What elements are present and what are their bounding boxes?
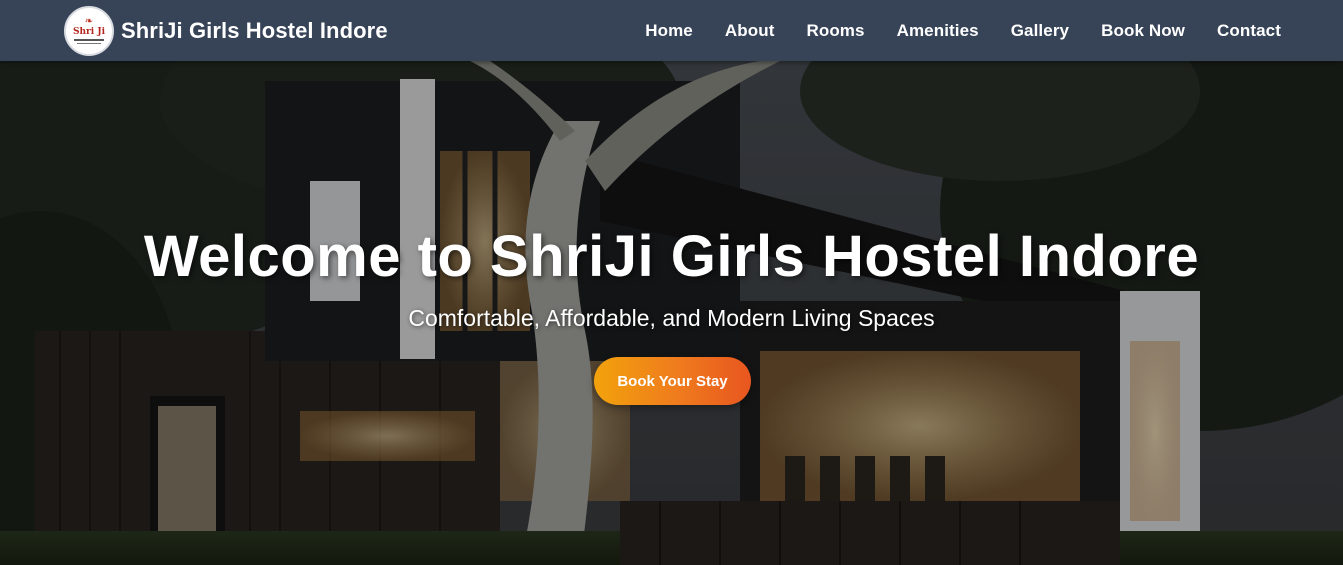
logo-line-icon	[74, 38, 104, 41]
brand-link[interactable]: ❧ Shri Ji ShriJi Girls Hostel Indore	[64, 6, 388, 56]
nav-link-rooms[interactable]: Rooms	[806, 21, 864, 41]
nav-link-book-now[interactable]: Book Now	[1101, 21, 1185, 41]
hero-title: Welcome to ShriJi Girls Hostel Indore	[143, 224, 1200, 289]
logo-line-icon	[77, 42, 101, 44]
hero-section: Welcome to ShriJi Girls Hostel Indore Co…	[0, 61, 1343, 565]
hero-content: Welcome to ShriJi Girls Hostel Indore Co…	[0, 61, 1343, 565]
brand-logo: ❧ Shri Ji	[64, 6, 114, 56]
logo-text: Shri Ji	[72, 26, 105, 37]
logo-swirl-icon: ❧	[84, 15, 94, 27]
nav-link-contact[interactable]: Contact	[1217, 21, 1281, 41]
book-your-stay-button[interactable]: Book Your Stay	[594, 357, 751, 405]
nav-link-home[interactable]: Home	[645, 21, 693, 41]
hero-subtitle: Comfortable, Affordable, and Modern Livi…	[408, 305, 935, 331]
brand-name: ShriJi Girls Hostel Indore	[121, 18, 388, 43]
nav-link-about[interactable]: About	[725, 21, 775, 41]
nav-menu: Home About Rooms Amenities Gallery Book …	[613, 0, 1281, 61]
page: ❧ Shri Ji ShriJi Girls Hostel Indore Hom…	[0, 0, 1343, 565]
nav-link-amenities[interactable]: Amenities	[897, 21, 979, 41]
navbar: ❧ Shri Ji ShriJi Girls Hostel Indore Hom…	[0, 0, 1343, 61]
nav-link-gallery[interactable]: Gallery	[1011, 21, 1069, 41]
